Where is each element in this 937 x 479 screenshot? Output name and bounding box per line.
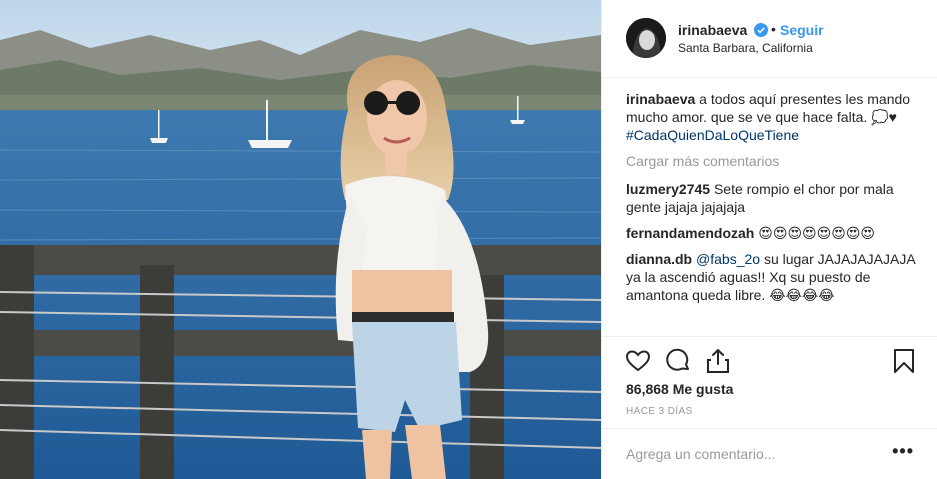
post-username[interactable]: irinabaeva — [678, 22, 747, 38]
avatar-image — [626, 18, 666, 58]
follow-button[interactable]: Seguir — [780, 22, 824, 38]
load-more-comments-button[interactable]: Cargar más comentarios — [626, 152, 916, 170]
instagram-post: irinabaeva • Seguir Santa Barbara, Calif… — [0, 0, 937, 479]
share-icon[interactable] — [704, 347, 732, 375]
bookmark-icon[interactable] — [890, 347, 918, 375]
likes-count[interactable]: 86,868 Me gusta — [626, 381, 733, 397]
comment-username[interactable]: fernandamendozah — [626, 225, 754, 241]
caption: irinabaeva a todos aquí presentes les ma… — [626, 90, 916, 144]
caption-hashtag[interactable]: #CadaQuienDaLoQueTiene — [626, 127, 799, 143]
post-timestamp[interactable]: HACE 3 DÍAS — [626, 406, 693, 417]
comment-bubble-icon[interactable] — [664, 347, 692, 375]
comment-username[interactable]: dianna.db — [626, 251, 692, 267]
post-actions: 86,868 Me gusta HACE 3 DÍAS — [602, 336, 937, 440]
heart-icon[interactable] — [624, 347, 652, 375]
more-options-icon[interactable]: ••• — [892, 441, 914, 462]
post-sidebar: irinabaeva • Seguir Santa Barbara, Calif… — [601, 0, 937, 479]
photo-illustration — [0, 0, 601, 479]
post-location[interactable]: Santa Barbara, California — [678, 41, 813, 55]
comment-username[interactable]: luzmery2745 — [626, 181, 710, 197]
list-item: dianna.db @fabs_2o su lugar JAJAJAJAJAJA… — [626, 250, 916, 304]
caption-username[interactable]: irinabaeva — [626, 91, 695, 107]
post-header: irinabaeva • Seguir Santa Barbara, Calif… — [602, 0, 937, 78]
avatar[interactable] — [626, 18, 666, 58]
list-item: fernandamendozah 😍😍😍😍😍😍😍😍 — [626, 224, 916, 242]
post-photo[interactable] — [0, 0, 601, 479]
verified-badge-icon — [754, 23, 768, 37]
comment-input[interactable]: Agrega un comentario... — [626, 446, 775, 462]
comment-mention[interactable]: @fabs_2o — [696, 251, 760, 267]
separator-dot: • — [771, 21, 776, 37]
comment-text: 😍😍😍😍😍😍😍😍 — [758, 225, 876, 241]
list-item: luzmery2745 Sete rompio el chor por mala… — [626, 180, 916, 216]
add-comment-bar: Agrega un comentario... ••• — [602, 428, 937, 479]
comments-list[interactable]: irinabaeva a todos aquí presentes les ma… — [626, 90, 916, 335]
